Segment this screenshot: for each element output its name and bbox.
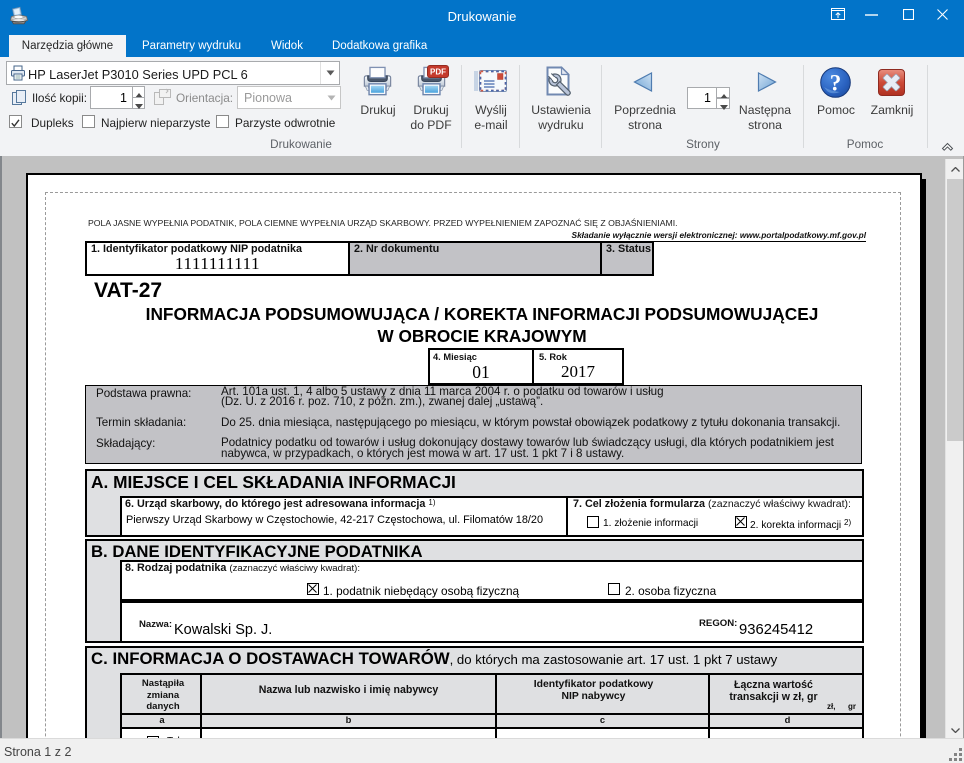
svg-text:PDF: PDF xyxy=(430,68,446,77)
svg-text:?: ? xyxy=(830,71,842,96)
